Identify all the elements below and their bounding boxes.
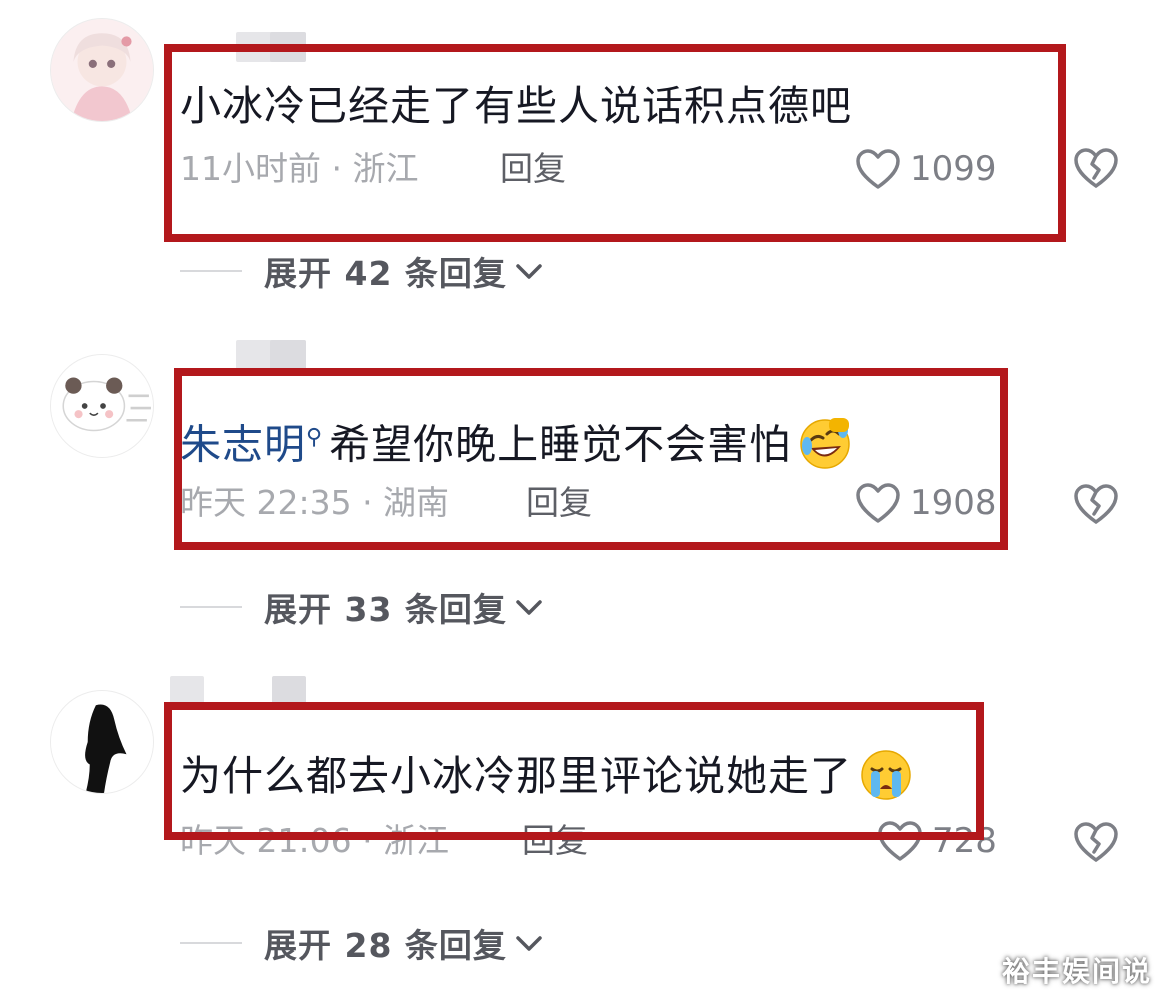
avatar[interactable] [50,18,154,122]
expand-replies[interactable]: 展开 33 条回复 [180,584,545,630]
divider [180,942,242,944]
broken-heart-icon [1074,484,1118,524]
dislike-button[interactable] [1072,144,1120,192]
comment-item: 小冰冷已经走了有些人说话积点德吧 11小时前 · 浙江 回复 1099 展开 4… [0,0,1170,336]
expand-replies[interactable]: 展开 42 条回复 [180,248,545,294]
watermark: 裕丰娱间说 [1001,955,1152,988]
dislike-button[interactable] [1072,480,1120,528]
highlight-box [164,44,1066,242]
comment-item: 为什么都去小冰冷那里评论说她走了 昨天 21:06 · 浙江 回复 728 展开… [0,672,1170,1008]
comment-item: 朱志明⚲ 希望你晚上睡觉不会害怕 昨天 22:35 · 湖南 回复 1908 展开 [0,336,1170,672]
chevron-down-icon [516,600,542,615]
expand-replies-label: 展开 28 条回复 [264,926,507,965]
expand-replies-label: 展开 42 条回复 [264,254,507,293]
dislike-button[interactable] [1072,818,1120,866]
divider [180,606,242,608]
broken-heart-icon [1074,822,1118,862]
expand-replies[interactable]: 展开 28 条回复 [180,920,545,966]
divider [180,270,242,272]
expand-replies-label: 展开 33 条回复 [264,590,507,629]
broken-heart-icon [1074,148,1118,188]
highlight-box [174,368,1008,550]
chevron-down-icon [516,936,542,951]
avatar[interactable] [50,690,154,794]
chevron-down-icon [516,264,542,279]
highlight-box [164,702,984,840]
username-redacted [270,340,306,370]
avatar[interactable] [50,354,154,458]
